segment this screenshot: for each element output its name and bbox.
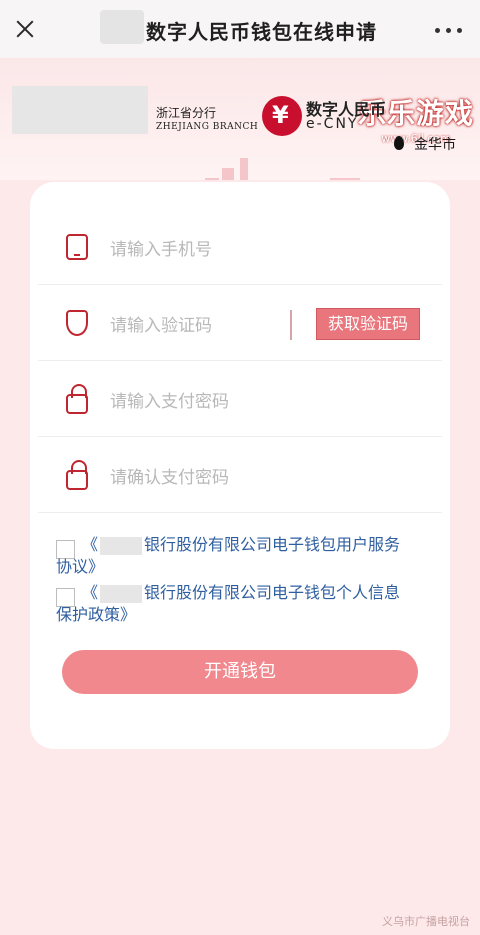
more-icon[interactable]	[435, 28, 462, 33]
agreement-1-title: 银行股份有限公司电子钱包用户服务	[144, 535, 401, 554]
redacted-bank-name	[100, 536, 143, 555]
agreement-2-line2: 保护政策》	[56, 605, 137, 624]
agreement-1-line2: 协议》	[56, 557, 105, 576]
ecny-logo-icon	[262, 96, 302, 136]
code-row[interactable]: 请输入验证码 获取验证码	[38, 286, 442, 361]
agreement-1-prefix: 《	[82, 535, 99, 554]
phone-row[interactable]: 请输入手机号	[38, 210, 442, 285]
phone-input[interactable]: 请输入手机号	[110, 235, 212, 260]
confirm-password-row[interactable]: 请确认支付密码	[38, 438, 442, 513]
password-row[interactable]: 请输入支付密码	[38, 362, 442, 437]
top-bar: 数字人民币钱包在线申请	[0, 0, 480, 58]
branch-name-en: ZHEJIANG BRANCH	[156, 122, 259, 132]
location-pin-icon	[394, 136, 404, 150]
agreement-text-2[interactable]: 《 银行股份有限公司电子钱包个人信息 保护政策》	[56, 582, 436, 626]
shield-icon	[66, 310, 88, 336]
branch-name: 浙江省分行	[156, 106, 217, 120]
agreement-2-title: 银行股份有限公司电子钱包个人信息	[144, 583, 401, 602]
location-label[interactable]: 金华市	[414, 134, 456, 154]
redacted-bank-logo	[12, 86, 148, 134]
open-wallet-button[interactable]: 开通钱包	[62, 650, 418, 694]
skyline-illustration	[205, 158, 360, 180]
confirm-password-input[interactable]: 请确认支付密码	[110, 463, 229, 488]
lock-icon	[66, 460, 88, 490]
agreement-text-1[interactable]: 《 银行股份有限公司电子钱包用户服务 协议》	[56, 534, 436, 578]
redacted-bank-name	[100, 584, 143, 603]
divider	[290, 310, 292, 340]
close-icon[interactable]	[14, 18, 36, 40]
agreement-2-prefix: 《	[82, 583, 99, 602]
footer-source: 义乌市广播电视台	[382, 915, 470, 928]
lock-icon	[66, 384, 88, 414]
phone-icon	[66, 234, 88, 260]
ecny-brand-en: e-CNY	[306, 116, 359, 132]
redacted-area	[100, 10, 144, 44]
get-code-button[interactable]: 获取验证码	[316, 308, 420, 340]
page-title: 数字人民币钱包在线申请	[146, 20, 377, 44]
code-input[interactable]: 请输入验证码	[110, 311, 212, 336]
password-input[interactable]: 请输入支付密码	[110, 387, 229, 412]
